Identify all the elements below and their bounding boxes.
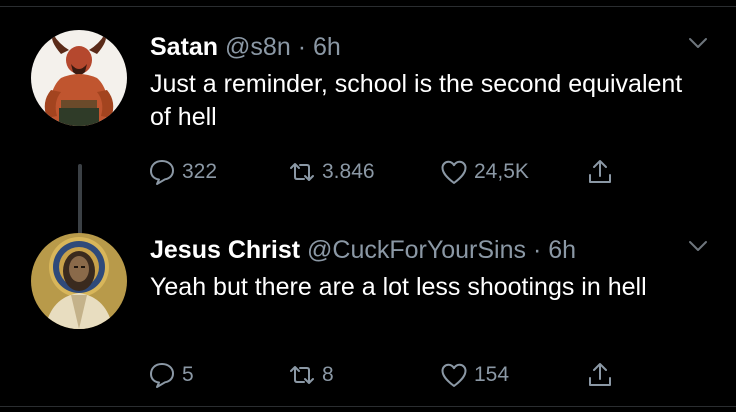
- tweet[interactable]: Satan @s8n · 6h Just a reminder, school …: [0, 22, 736, 242]
- reply-button[interactable]: 322: [148, 156, 217, 188]
- retweet-button[interactable]: 3.846: [288, 156, 375, 188]
- retweet-icon: [290, 163, 314, 181]
- timestamp[interactable]: 6h: [548, 236, 576, 264]
- tweet-header: Jesus Christ @CuckForYourSins · 6h: [150, 235, 576, 265]
- tweet-text: Yeah but there are a lot less shootings …: [150, 273, 647, 301]
- display-name[interactable]: Satan: [150, 33, 218, 61]
- user-handle[interactable]: @s8n: [225, 33, 291, 61]
- separator-dot: ·: [532, 236, 542, 264]
- share-button[interactable]: [586, 359, 620, 391]
- tweet-actions: 5 8 154: [148, 359, 628, 391]
- tweet-actions: 322 3.846 24,5K: [148, 156, 628, 188]
- reply-icon: [150, 363, 174, 388]
- share-icon: [589, 363, 611, 386]
- reply-count: 5: [182, 363, 194, 386]
- user-handle[interactable]: @CuckForYourSins: [307, 236, 526, 264]
- devil-avatar-icon: [31, 30, 127, 126]
- like-button[interactable]: 154: [440, 359, 509, 391]
- share-icon: [589, 160, 611, 183]
- share-button[interactable]: [586, 156, 620, 188]
- heart-icon: [441, 363, 467, 387]
- retweet-count: 8: [322, 363, 334, 386]
- avatar[interactable]: [31, 233, 127, 329]
- tweet-text: Just a reminder, school is the second eq…: [150, 70, 683, 131]
- like-button[interactable]: 24,5K: [440, 156, 529, 188]
- tweet-header: Satan @s8n · 6h: [150, 32, 341, 62]
- chevron-down-icon[interactable]: [688, 36, 708, 50]
- avatar[interactable]: [31, 30, 127, 126]
- timestamp[interactable]: 6h: [313, 33, 341, 61]
- bottom-divider: [0, 406, 736, 407]
- retweet-count: 3.846: [322, 160, 375, 183]
- heart-icon: [441, 160, 467, 184]
- jesus-mosaic-avatar-icon: [31, 233, 127, 329]
- reply-button[interactable]: 5: [148, 359, 194, 391]
- reply-icon: [150, 160, 174, 185]
- separator-dot: ·: [297, 33, 307, 61]
- like-count: 24,5K: [474, 160, 529, 183]
- top-divider: [0, 6, 736, 7]
- retweet-icon: [290, 366, 314, 384]
- like-count: 154: [474, 363, 510, 386]
- tweet[interactable]: Jesus Christ @CuckForYourSins · 6h Yeah …: [0, 225, 736, 400]
- chevron-down-icon[interactable]: [688, 239, 708, 253]
- reply-count: 322: [182, 160, 218, 183]
- retweet-button[interactable]: 8: [288, 359, 334, 391]
- display-name[interactable]: Jesus Christ: [150, 236, 300, 264]
